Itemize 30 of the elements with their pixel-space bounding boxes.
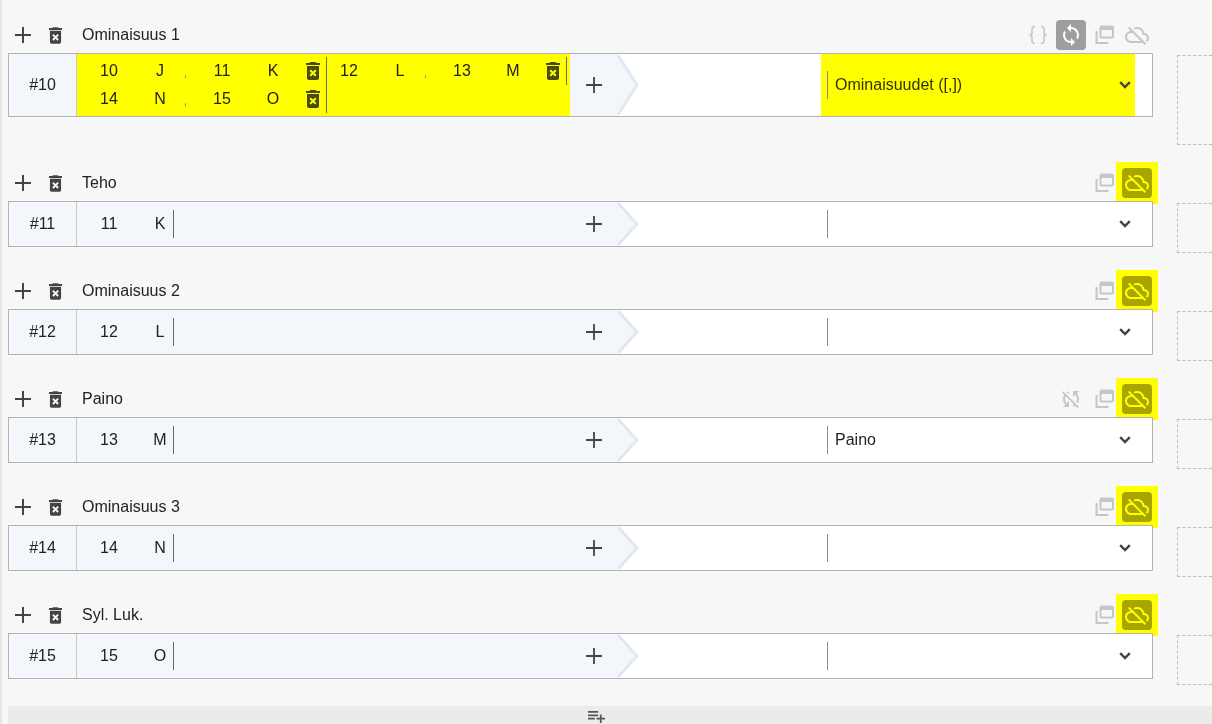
cloud-off-icon[interactable] bbox=[1116, 486, 1158, 528]
plus-icon[interactable] bbox=[14, 26, 32, 44]
property-title: Syl. Luk. bbox=[82, 606, 144, 624]
plus-icon[interactable] bbox=[14, 390, 32, 408]
cloud-off-icon[interactable] bbox=[1116, 270, 1158, 312]
drop-zone bbox=[1177, 419, 1212, 469]
playlist-add-icon bbox=[587, 711, 605, 723]
trash-icon[interactable] bbox=[49, 606, 62, 624]
cloud-off-icon[interactable] bbox=[1116, 162, 1158, 204]
plus-icon[interactable] bbox=[14, 606, 32, 624]
drop-zone bbox=[1177, 203, 1212, 253]
drop-zone bbox=[1177, 311, 1212, 361]
trash-icon[interactable] bbox=[49, 498, 62, 516]
cloud-off-icon[interactable] bbox=[1116, 378, 1158, 420]
drop-zone bbox=[1177, 635, 1212, 685]
trash-icon[interactable] bbox=[49, 390, 62, 408]
drop-zone bbox=[1177, 527, 1212, 577]
property-title: Paino bbox=[82, 390, 123, 408]
sync-icon[interactable] bbox=[1056, 20, 1086, 50]
plus-icon[interactable] bbox=[14, 174, 32, 192]
trash-icon[interactable] bbox=[49, 174, 62, 192]
trash-icon[interactable] bbox=[49, 26, 62, 44]
property-title: Ominaisuus 2 bbox=[82, 282, 180, 300]
property-title: Ominaisuus 3 bbox=[82, 498, 180, 516]
trash-icon[interactable] bbox=[49, 282, 62, 300]
property-title: Teho bbox=[82, 174, 117, 192]
plus-icon[interactable] bbox=[14, 282, 32, 300]
cloud-off-icon[interactable] bbox=[1116, 594, 1158, 636]
property-title: Ominaisuus 1 bbox=[82, 26, 180, 44]
plus-icon[interactable] bbox=[14, 498, 32, 516]
